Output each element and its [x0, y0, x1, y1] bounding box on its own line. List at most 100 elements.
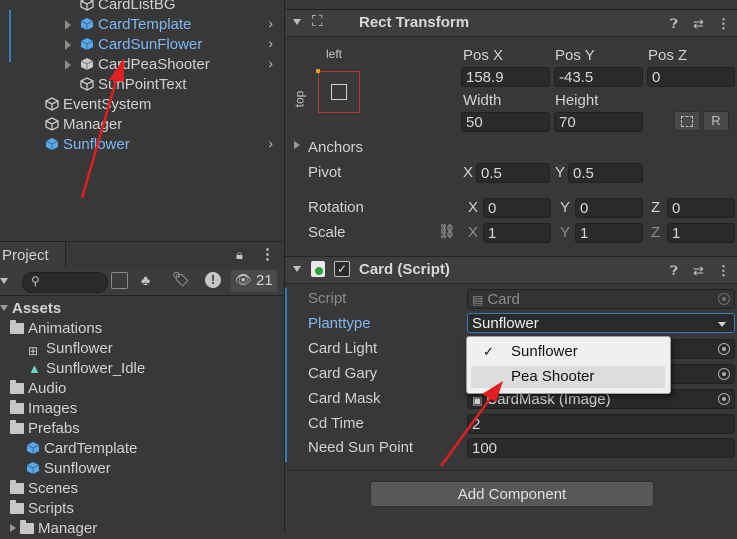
expand-arrow-icon[interactable]	[65, 20, 71, 30]
width-field[interactable]: 50	[461, 112, 550, 132]
help-icon[interactable]: ❓︎	[670, 16, 678, 32]
project-folder[interactable]: Images	[10, 399, 77, 419]
scale-z-field[interactable]: 1	[667, 223, 735, 243]
folder-icon	[10, 480, 24, 494]
rotation-y-field[interactable]: 0	[575, 198, 643, 218]
filter-type-icon[interactable]: ♣	[141, 272, 150, 288]
chevron-right-icon[interactable]: ›	[268, 55, 273, 71]
pivot-x-field[interactable]: 0.5	[476, 163, 550, 183]
dropdown-option-pea-shooter[interactable]: Pea Shooter	[471, 366, 665, 388]
tab-project[interactable]: Project	[0, 242, 66, 268]
project-item-assets[interactable]: Assets	[0, 299, 61, 319]
search-scene-icon[interactable]	[111, 272, 128, 289]
object-picker-icon[interactable]	[718, 343, 730, 355]
rotation-x-field[interactable]: 0	[483, 198, 551, 218]
blueprint-mode-button[interactable]	[674, 111, 700, 131]
selection-bar	[285, 288, 287, 462]
rotation-z-field[interactable]: 0	[667, 198, 735, 218]
project-item[interactable]: CardTemplate	[26, 439, 137, 459]
kebab-menu-icon[interactable]: ⋮	[717, 263, 730, 279]
project-folder[interactable]: Manager	[10, 519, 97, 539]
prefab-icon	[45, 137, 59, 151]
help-icon[interactable]: ❓︎	[670, 263, 678, 279]
error-filter-icon[interactable]: !	[205, 272, 221, 288]
hierarchy-item-sunflower[interactable]: Sunflower	[45, 135, 130, 155]
collapse-arrow-icon[interactable]	[293, 266, 301, 272]
card-script-header[interactable]: ✓ Card (Script) ❓︎ ⇄ ⋮	[285, 256, 737, 284]
gameobject-icon	[45, 97, 59, 111]
pos-y-field[interactable]: -43.5	[554, 67, 643, 87]
lock-icon[interactable]: 🔒︎	[236, 247, 243, 263]
height-field[interactable]: 70	[554, 112, 643, 132]
object-picker-icon[interactable]	[718, 393, 730, 405]
prefab-icon	[80, 37, 94, 51]
gameobject-icon	[80, 77, 94, 91]
chevron-right-icon[interactable]: ›	[268, 15, 273, 31]
prefab-icon	[80, 17, 94, 31]
animator-icon: ⊞	[28, 344, 39, 358]
project-toolbar: ⚲ ♣ 🏷︎ ! 👁︎ 21	[0, 269, 283, 296]
presets-icon[interactable]: ⇄	[693, 16, 704, 32]
planttype-dropdown[interactable]: Sunflower	[467, 313, 735, 333]
dropdown-option-sunflower[interactable]: ✓ Sunflower	[471, 341, 665, 363]
kebab-menu-icon[interactable]: ⋮	[717, 16, 730, 32]
add-component-button[interactable]: Add Component	[370, 481, 654, 507]
hierarchy-item-cardsunflower[interactable]: CardSunFlower	[65, 35, 202, 55]
project-item[interactable]: ⊞ Sunflower	[28, 339, 113, 359]
project-folder[interactable]: Animations	[10, 319, 102, 339]
chevron-right-icon[interactable]: ›	[268, 135, 273, 151]
project-folder[interactable]: Scenes	[10, 479, 78, 499]
hierarchy-item-cardtemplate[interactable]: CardTemplate	[65, 15, 191, 35]
hidden-packages-toggle[interactable]: 👁︎ 21	[231, 270, 277, 292]
folder-icon	[10, 420, 24, 434]
pos-z-field[interactable]: 0	[647, 67, 735, 87]
enabled-checkbox[interactable]: ✓	[334, 261, 350, 277]
expand-arrow-icon[interactable]	[65, 60, 71, 70]
expand-arrow-icon[interactable]	[0, 305, 8, 311]
constrain-proportions-icon[interactable]: ⛓︎	[438, 223, 456, 240]
collapse-arrow-icon[interactable]	[293, 19, 301, 25]
object-picker-icon[interactable]	[718, 368, 730, 380]
folder-icon	[10, 500, 24, 514]
object-picker-icon	[718, 293, 730, 305]
expand-arrow-icon[interactable]	[65, 40, 71, 50]
script-field: ▤ Card	[467, 289, 735, 309]
hierarchy-panel: CardListBG CardTemplate › CardSunFlower …	[0, 0, 283, 241]
hierarchy-item[interactable]: EventSystem	[45, 95, 151, 115]
presets-icon[interactable]: ⇄	[693, 263, 704, 279]
search-icon: ⚲	[31, 274, 40, 288]
project-item[interactable]: Sunflower	[26, 459, 111, 479]
pos-x-field[interactable]: 158.9	[461, 67, 550, 87]
kebab-menu-icon[interactable]: ⋮	[260, 245, 275, 263]
expand-arrow-icon[interactable]	[10, 524, 16, 532]
need-sun-point-field[interactable]: 100	[467, 438, 735, 458]
selection-bar	[9, 10, 11, 62]
raw-edit-button[interactable]: R	[703, 111, 729, 131]
scale-y-field[interactable]: 1	[575, 223, 643, 243]
prefab-icon	[26, 441, 40, 455]
project-folder[interactable]: Prefabs	[10, 419, 80, 439]
rect-transform-header[interactable]: ⛶ Rect Transform ❓︎ ⇄ ⋮	[285, 9, 737, 37]
hierarchy-item[interactable]: SunPointText	[80, 75, 186, 95]
cs-badge-icon	[315, 267, 323, 275]
project-item[interactable]: ▲ Sunflower_Idle	[28, 359, 145, 379]
project-folder[interactable]: Scripts	[10, 499, 74, 519]
cd-time-field[interactable]: 2	[467, 414, 735, 434]
project-folder[interactable]: Audio	[10, 379, 66, 399]
folder-icon	[10, 320, 24, 334]
chevron-right-icon[interactable]: ›	[268, 35, 273, 51]
hierarchy-item[interactable]: CardListBG	[80, 0, 176, 15]
hierarchy-item[interactable]: Manager	[45, 115, 122, 135]
script-icon	[311, 261, 325, 277]
gameobject-icon	[80, 0, 94, 11]
scale-x-field[interactable]: 1	[483, 223, 551, 243]
hierarchy-item-cardpeashooter[interactable]: CardPeaShooter	[65, 55, 210, 75]
create-dropdown-icon[interactable]	[0, 278, 8, 284]
anchor-dot-icon	[316, 69, 320, 73]
pivot-y-field[interactable]: 0.5	[568, 163, 643, 183]
anchor-presets-button[interactable]	[316, 69, 360, 113]
search-input[interactable]: ⚲	[22, 272, 108, 293]
filter-label-icon[interactable]: 🏷︎	[172, 271, 190, 288]
expand-arrow-icon[interactable]	[294, 141, 300, 149]
planttype-dropdown-menu: ✓ Sunflower Pea Shooter	[466, 336, 671, 394]
